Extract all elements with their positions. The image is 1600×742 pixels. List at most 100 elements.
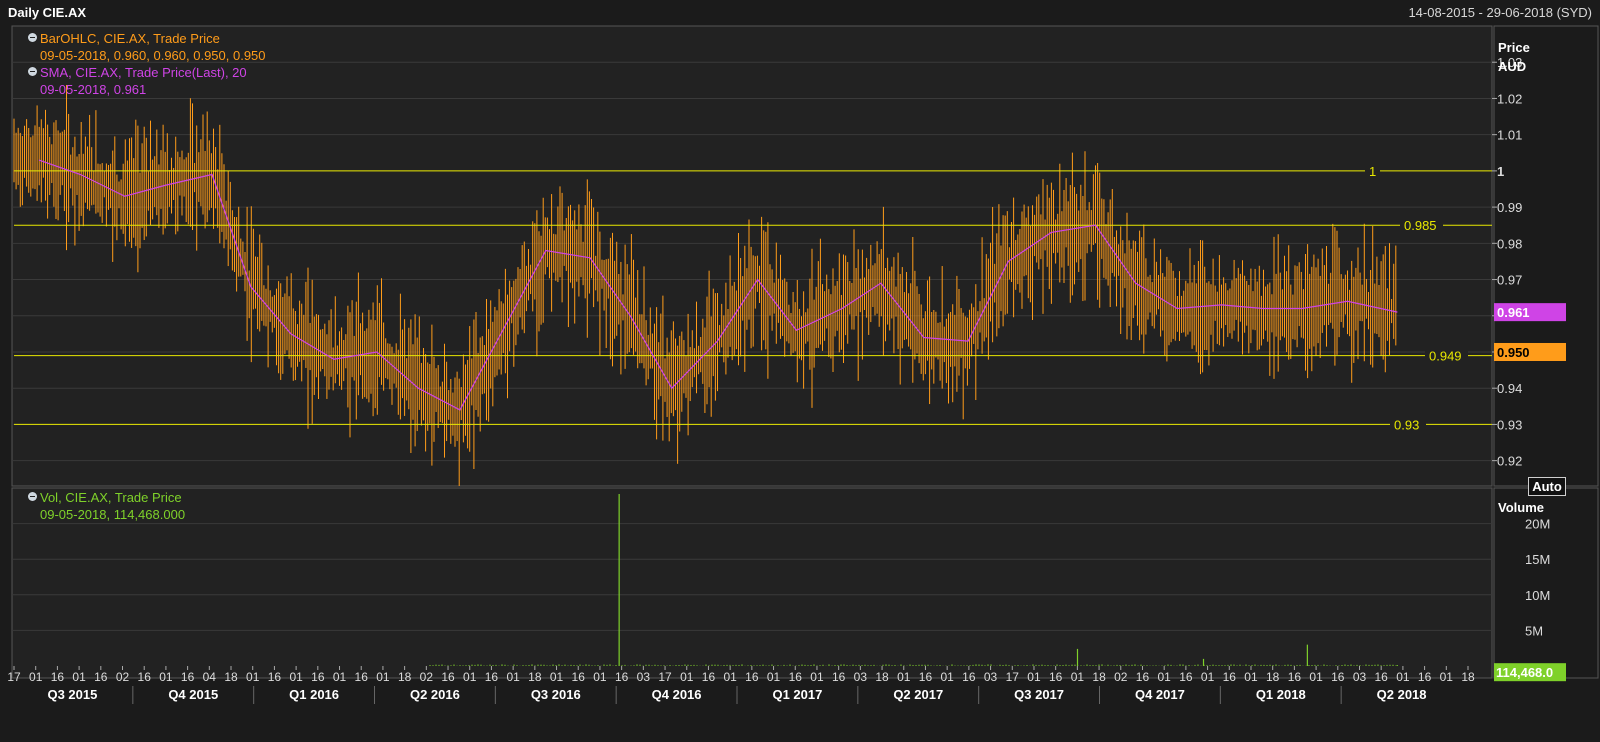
price-tick-label: 0.97 [1497, 273, 1522, 288]
quarter-label: Q1 2017 [772, 687, 822, 702]
day-label: 16 [181, 670, 195, 684]
day-label: 17 [658, 670, 672, 684]
day-label: 18 [875, 670, 889, 684]
day-label: 01 [810, 670, 824, 684]
level-label: 0.949 [1429, 349, 1462, 364]
day-label: 16 [268, 670, 282, 684]
day-label: 04 [203, 670, 217, 684]
day-label: 01 [1157, 670, 1171, 684]
collapse-icon[interactable] [28, 492, 37, 501]
day-label: 16 [1418, 670, 1432, 684]
price-axis-unit: AUD [1498, 59, 1527, 74]
day-label: 01 [463, 670, 477, 684]
day-label: 16 [745, 670, 759, 684]
day-label: 16 [138, 670, 152, 684]
auto-scale-button[interactable]: Auto [1528, 477, 1566, 496]
day-label: 18 [398, 670, 412, 684]
volume-tick-label: 10M [1525, 588, 1550, 603]
day-label: 01 [1201, 670, 1215, 684]
volume-last-badge: 114,468.0 [1496, 665, 1553, 680]
day-label: 16 [1375, 670, 1389, 684]
chart-canvas[interactable]: 10.9850.9490.93 1.031.021.0110.990.980.9… [0, 0, 1600, 742]
volume-tick-label: 5M [1525, 623, 1543, 638]
day-label: 16 [311, 670, 325, 684]
quarter-label: Q2 2016 [410, 687, 460, 702]
day-label: 16 [94, 670, 108, 684]
level-label: 0.93 [1394, 417, 1419, 432]
sma-last-badge: 0.961 [1497, 305, 1530, 320]
day-label: 16 [789, 670, 803, 684]
collapse-icon[interactable] [28, 67, 37, 76]
price-tick-label: 1.01 [1497, 128, 1522, 143]
price-tick-label: 1.02 [1497, 91, 1522, 106]
day-label: 16 [572, 670, 586, 684]
day-label: 01 [723, 670, 737, 684]
quarter-label: Q3 2017 [1014, 687, 1064, 702]
day-label: 16 [1179, 670, 1193, 684]
day-label: 01 [159, 670, 173, 684]
day-label: 18 [528, 670, 542, 684]
day-label: 01 [376, 670, 390, 684]
quarter-label: Q3 2015 [47, 687, 97, 702]
quarter-label: Q4 2016 [652, 687, 702, 702]
price-tick-label: 1 [1497, 164, 1504, 179]
price-tick-label: 0.98 [1497, 236, 1522, 251]
quarter-label: Q4 2017 [1135, 687, 1185, 702]
day-label: 02 [1114, 670, 1128, 684]
day-label: 01 [593, 670, 607, 684]
day-label: 16 [962, 670, 976, 684]
day-label: 01 [333, 670, 347, 684]
day-label: 16 [702, 670, 716, 684]
price-tick-label: 0.93 [1497, 417, 1522, 432]
day-label: 01 [550, 670, 564, 684]
day-label: 02 [420, 670, 434, 684]
price-last-badge: 0.950 [1497, 345, 1530, 360]
volume-tick-label: 20M [1525, 517, 1550, 532]
quarter-label: Q4 2015 [168, 687, 218, 702]
volume-tick-label: 15M [1525, 552, 1550, 567]
day-label: 01 [1440, 670, 1454, 684]
collapse-icon[interactable] [28, 33, 37, 42]
day-label: 03 [854, 670, 868, 684]
quarter-label: Q2 2017 [893, 687, 943, 702]
volume-plot-area[interactable] [11, 487, 1493, 679]
day-label: 18 [1461, 670, 1475, 684]
ohlc-legend-label[interactable]: BarOHLC, CIE.AX, Trade Price [28, 30, 266, 47]
day-label: 01 [1071, 670, 1085, 684]
day-label: 16 [1136, 670, 1150, 684]
day-label: 03 [984, 670, 998, 684]
day-label: 01 [680, 670, 694, 684]
volume-legend: Vol, CIE.AX, Trade Price 09-05-2018, 114… [28, 489, 185, 523]
quarter-label: Q3 2016 [531, 687, 581, 702]
day-label: 18 [1266, 670, 1280, 684]
price-tick-label: 0.92 [1497, 454, 1522, 469]
day-label: 01 [1309, 670, 1323, 684]
day-label: 16 [1331, 670, 1345, 684]
volume-axis-title: Volume [1498, 500, 1544, 515]
quarter-label: Q2 2018 [1377, 687, 1427, 702]
day-label: 01 [506, 670, 520, 684]
day-label: 01 [1396, 670, 1410, 684]
day-label: 16 [1049, 670, 1063, 684]
price-tick-label: 0.99 [1497, 200, 1522, 215]
day-label: 16 [441, 670, 455, 684]
day-label: 01 [289, 670, 303, 684]
day-label: 01 [940, 670, 954, 684]
volume-legend-values: 09-05-2018, 114,468.000 [40, 507, 186, 522]
day-label: 03 [637, 670, 651, 684]
day-label: 01 [246, 670, 260, 684]
quarter-label: Q1 2016 [289, 687, 339, 702]
day-label: 16 [832, 670, 846, 684]
price-tick-label: 0.94 [1497, 381, 1522, 396]
day-label: 01 [767, 670, 781, 684]
level-label: 0.985 [1404, 218, 1437, 233]
quarter-label: Q1 2018 [1256, 687, 1306, 702]
price-axis-title: Price [1498, 40, 1530, 55]
volume-legend-label[interactable]: Vol, CIE.AX, Trade Price [28, 489, 185, 506]
day-label: 16 [919, 670, 933, 684]
day-label: 17 [7, 670, 21, 684]
day-label: 17 [1006, 670, 1020, 684]
day-label: 16 [51, 670, 65, 684]
sma-legend-label[interactable]: SMA, CIE.AX, Trade Price(Last), 20 [28, 64, 266, 81]
day-label: 16 [615, 670, 629, 684]
